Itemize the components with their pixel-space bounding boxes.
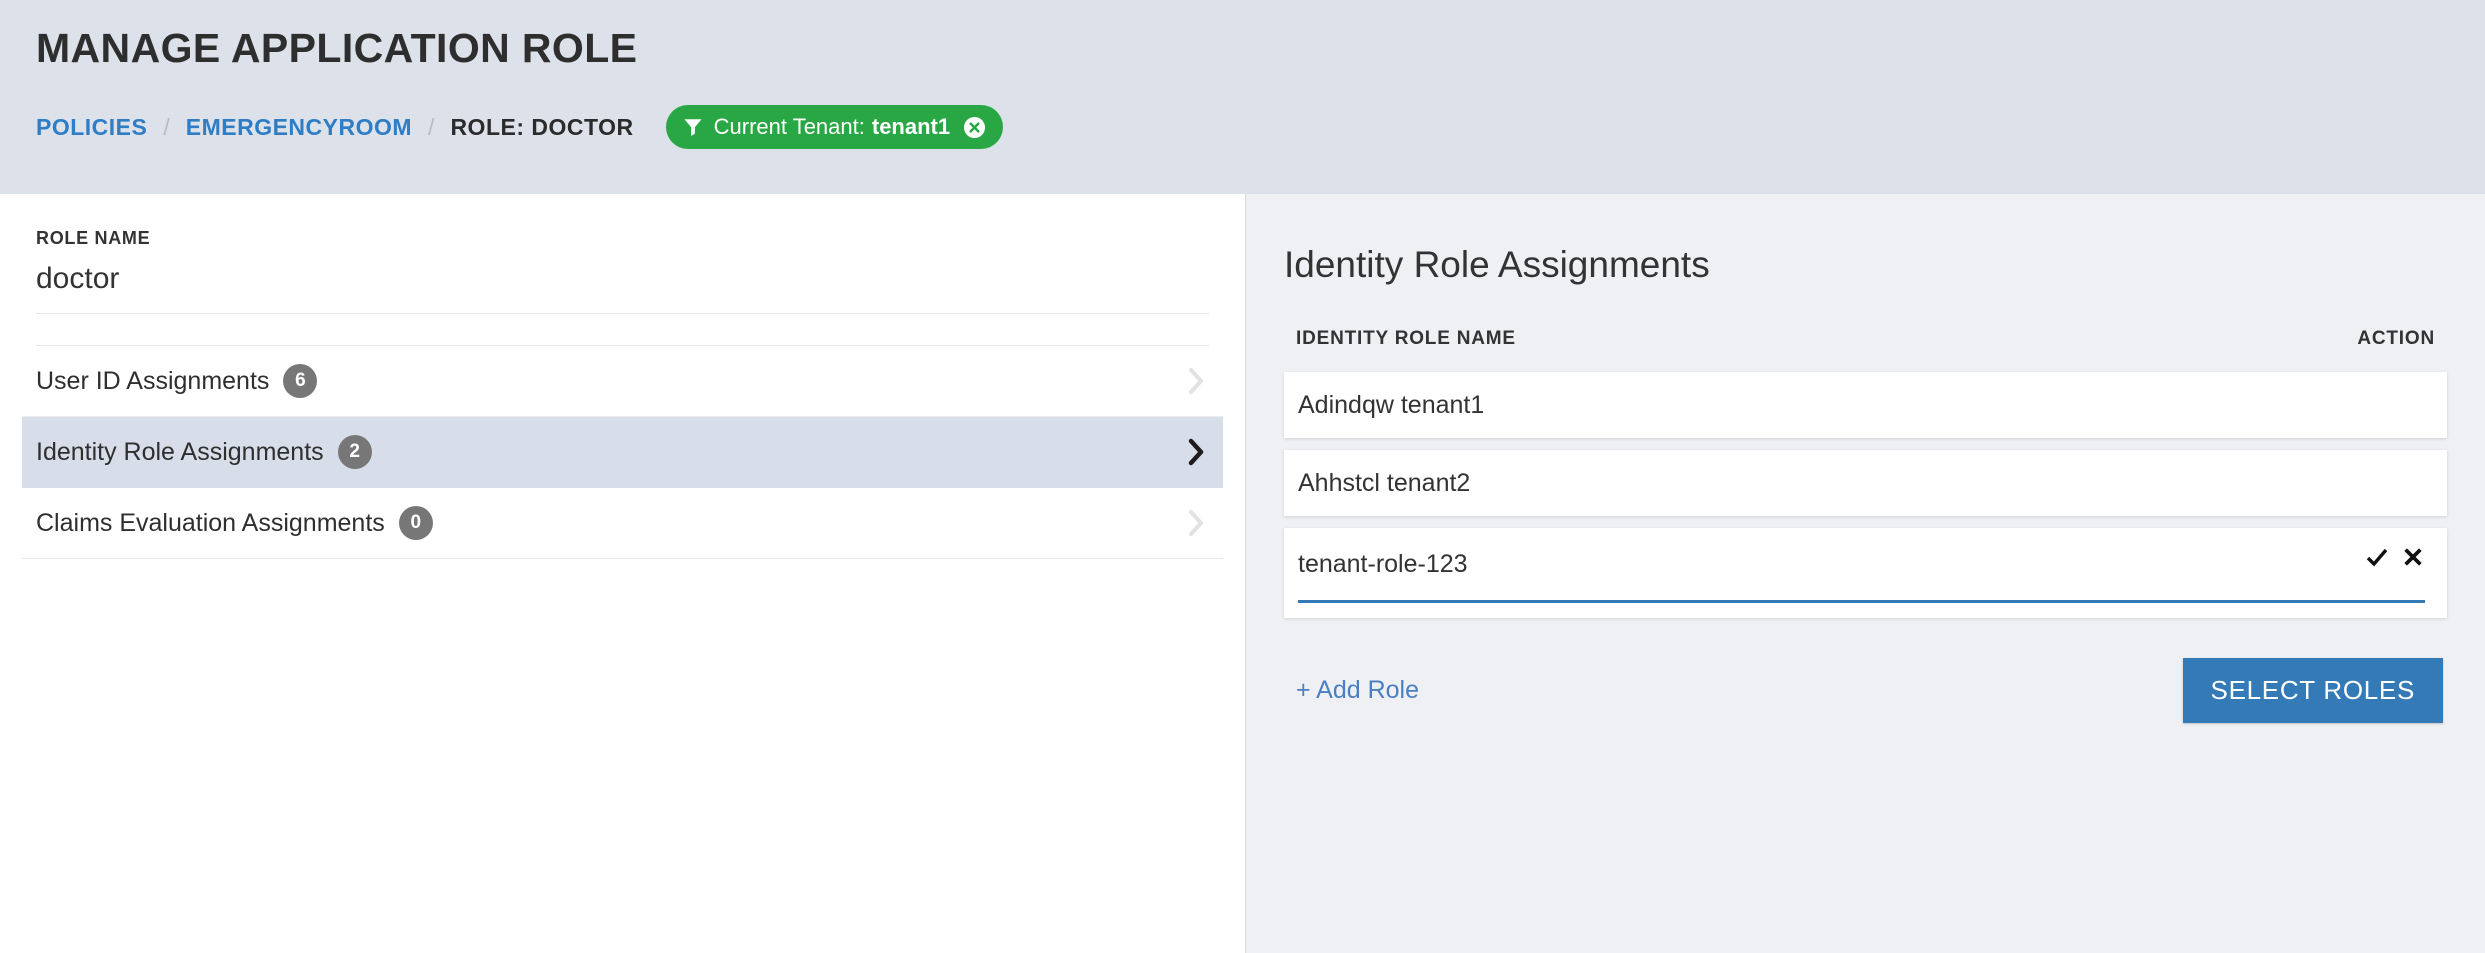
current-tenant-badge[interactable]: Current Tenant: tenant1 bbox=[665, 105, 1004, 150]
x-icon[interactable] bbox=[2401, 544, 2425, 570]
panel-title: Identity Role Assignments bbox=[1284, 244, 1710, 285]
row-action-group bbox=[2365, 544, 2425, 570]
column-header-action: ACTION bbox=[2357, 328, 2435, 349]
chevron-right-icon bbox=[1183, 364, 1211, 398]
table-row[interactable]: Ahhstcl tenant2 bbox=[1284, 450, 2447, 516]
count-badge: 6 bbox=[283, 364, 318, 398]
breadcrumb-separator: / bbox=[428, 113, 435, 140]
select-roles-button[interactable]: SELECT ROLES bbox=[2182, 658, 2443, 723]
identity-role-assignments-panel: Identity Role Assignments IDENTITY ROLE … bbox=[1246, 194, 2485, 953]
funnel-icon bbox=[683, 117, 703, 137]
sidebar-item-claims-evaluation-assignments[interactable]: Claims Evaluation Assignments 0 bbox=[22, 488, 1223, 559]
tenant-badge-value: tenant1 bbox=[871, 114, 951, 140]
circle-close-icon[interactable] bbox=[963, 116, 986, 139]
input-underline bbox=[1298, 600, 2425, 603]
identity-role-name: Adindqw tenant1 bbox=[1298, 390, 1485, 419]
breadcrumb-separator: / bbox=[163, 113, 170, 140]
tenant-badge-prefix: Current Tenant: bbox=[713, 114, 865, 140]
breadcrumb-item-policies[interactable]: POLICIES bbox=[36, 114, 147, 141]
table-row[interactable]: Adindqw tenant1 bbox=[1284, 372, 2447, 438]
manage-application-role-page: MANAGE APPLICATION ROLE POLICIES / EMERG… bbox=[0, 0, 2485, 953]
count-badge: 0 bbox=[398, 506, 433, 540]
sidebar-item-label: Claims Evaluation Assignments bbox=[36, 508, 385, 537]
role-name-value[interactable]: doctor bbox=[36, 249, 1209, 314]
chevron-right-icon bbox=[1183, 506, 1211, 540]
section-spacer bbox=[36, 314, 1209, 346]
sidebar-item-identity-role-assignments[interactable]: Identity Role Assignments 2 bbox=[22, 417, 1223, 488]
column-header-identity-role-name: IDENTITY ROLE NAME bbox=[1296, 328, 1516, 349]
count-badge: 2 bbox=[337, 435, 372, 469]
breadcrumb: POLICIES / EMERGENCYROOM / ROLE: DOCTOR … bbox=[36, 105, 2449, 150]
page-header: MANAGE APPLICATION ROLE POLICIES / EMERG… bbox=[0, 0, 2485, 194]
check-icon[interactable] bbox=[2365, 544, 2389, 570]
role-name-label: ROLE NAME bbox=[36, 228, 151, 248]
chevron-right-icon bbox=[1183, 435, 1211, 469]
table-header: IDENTITY ROLE NAME ACTION bbox=[1284, 328, 2447, 350]
page-title: MANAGE APPLICATION ROLE bbox=[36, 25, 638, 71]
content-area: ROLE NAME doctor User ID Assignments 6 I… bbox=[0, 194, 2485, 953]
identity-role-name-input[interactable]: tenant-role-123 bbox=[1298, 550, 2425, 603]
left-detail-panel: ROLE NAME doctor User ID Assignments 6 I… bbox=[0, 194, 1246, 953]
sidebar-item-user-id-assignments[interactable]: User ID Assignments 6 bbox=[22, 346, 1223, 417]
breadcrumb-item-emergencyroom[interactable]: EMERGENCYROOM bbox=[186, 114, 412, 141]
panel-footer: + Add Role SELECT ROLES bbox=[1284, 658, 2447, 723]
assignment-nav-list: User ID Assignments 6 Identity Role Assi… bbox=[22, 346, 1223, 559]
sidebar-item-label: User ID Assignments bbox=[36, 366, 270, 395]
table-row-editing[interactable]: tenant-role-123 bbox=[1284, 528, 2447, 618]
identity-role-list: Adindqw tenant1 Ahhstcl tenant2 tenant-r… bbox=[1284, 372, 2447, 618]
add-role-button[interactable]: + Add Role bbox=[1296, 676, 1419, 705]
identity-role-name-input-value: tenant-role-123 bbox=[1298, 550, 1468, 578]
breadcrumb-item-current-role: ROLE: DOCTOR bbox=[450, 113, 634, 140]
identity-role-name: Ahhstcl tenant2 bbox=[1298, 468, 1471, 497]
sidebar-item-label: Identity Role Assignments bbox=[36, 437, 324, 466]
